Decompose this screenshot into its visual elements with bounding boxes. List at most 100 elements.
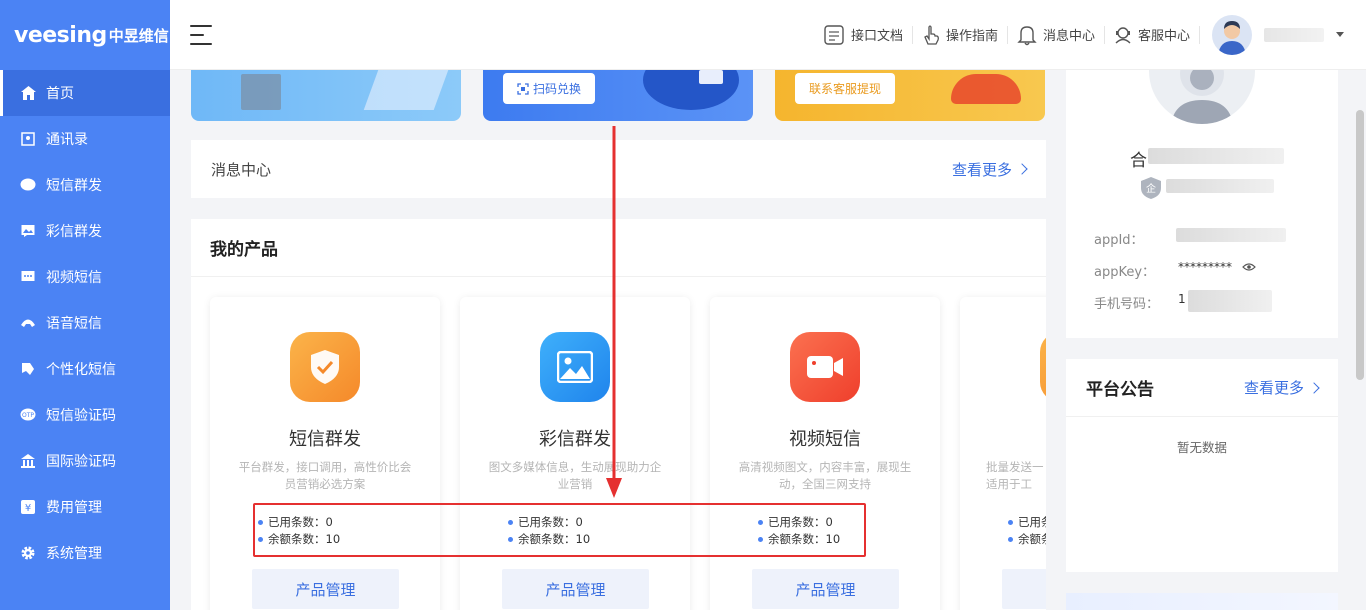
bell-icon	[1017, 24, 1037, 46]
sidebar-item-label: 费用管理	[46, 500, 102, 516]
sidebar-item-personalized-sms[interactable]: 个性化短信	[0, 346, 170, 392]
phone-prefix: 1	[1178, 292, 1186, 306]
home-icon	[20, 85, 36, 101]
username-blurred	[1264, 27, 1324, 42]
appkey-label: appKey：	[1094, 265, 1156, 280]
sidebar-item-billing[interactable]: ¥ 费用管理	[0, 484, 170, 530]
svg-text:企: 企	[1146, 182, 1156, 195]
sidebar-item-label: 彩信群发	[46, 224, 102, 240]
video-sms-icon	[20, 269, 36, 285]
message-center-title: 消息中心	[211, 160, 272, 179]
video-camera-icon	[790, 332, 860, 402]
platform-notice-panel: 平台公告 查看更多 暂无数据	[1066, 359, 1338, 572]
products-title: 我的产品	[191, 219, 1046, 277]
sidebar-item-sms-code[interactable]: OTP 短信验证码	[0, 392, 170, 438]
banner-2: 扫码兑换	[483, 70, 753, 121]
header-action-label: 接口文档	[850, 29, 903, 44]
gear-icon	[20, 545, 36, 561]
notice-more-link[interactable]: 查看更多	[1243, 377, 1320, 398]
enterprise-badge-icon: 企	[1140, 176, 1162, 204]
scan-icon	[517, 82, 529, 95]
header-messages[interactable]: 消息中心	[1008, 24, 1105, 46]
intl-code-icon	[20, 453, 36, 469]
sidebar-item-label: 国际验证码	[46, 454, 116, 470]
annotation-highlight-box	[253, 503, 866, 557]
sidebar-item-mms[interactable]: 彩信群发	[0, 208, 170, 254]
sidebar-item-home[interactable]: 首页	[0, 70, 170, 116]
header-action-label: 操作指南	[945, 29, 998, 44]
product-manage-button[interactable]: 产品管理	[502, 569, 649, 609]
product-card-mms: 彩信群发 图文多媒体信息，生动展现助力企业营销 已用条数：0 余额条数：10 产…	[460, 297, 690, 610]
message-more-link[interactable]: 查看更多	[951, 159, 1028, 180]
voice-sms-icon	[20, 315, 36, 331]
header-actions: 接口文档 操作指南 消息中心 客服中心	[814, 14, 1366, 55]
banner-1[interactable]	[191, 70, 461, 121]
banner-illustration	[363, 70, 449, 110]
yen-icon: ¥	[20, 499, 36, 515]
appid-value-blurred	[1176, 228, 1286, 242]
sidebar-item-label: 首页	[46, 86, 74, 102]
appid-label: appId：	[1094, 233, 1144, 248]
mms-icon	[20, 223, 36, 239]
product-card-partial: 个 批量发送一 适用于工 已用条数：0 余额条数：10 产品管理	[960, 297, 1046, 610]
banner-3: 联系客服提现	[775, 70, 1045, 121]
sidebar-item-video-sms[interactable]: 视频短信	[0, 254, 170, 300]
svg-text:OTP: OTP	[22, 412, 34, 419]
product-desc: 图文多媒体信息，生动展现助力企业营销	[488, 460, 662, 491]
sidebar-item-sms[interactable]: 短信群发	[0, 162, 170, 208]
sidebar-item-contacts[interactable]: 通讯录	[0, 116, 170, 162]
notice-title: 平台公告	[1086, 380, 1154, 400]
sidebar-item-intl-code[interactable]: 国际验证码	[0, 438, 170, 484]
header-support[interactable]: 客服中心	[1105, 25, 1200, 44]
more-link-label: 查看更多	[1243, 379, 1304, 397]
product-card-video-sms: 视频短信 高清视频图文，内容丰富，展现生动，全国三网支持 已用条数：0 余额条数…	[710, 297, 940, 610]
sidebar-item-label: 语音短信	[46, 316, 102, 332]
eye-icon[interactable]	[1241, 261, 1256, 275]
product-desc: 批量发送一 适用于工	[986, 460, 1044, 491]
contacts-icon	[20, 131, 36, 147]
product-manage-button[interactable]: 产品管理	[1002, 569, 1046, 609]
profile-name-blurred	[1148, 148, 1284, 164]
header-guide[interactable]: 操作指南	[913, 24, 1008, 45]
product-desc: 平台群发，接口调用，高性价比会员营销必选方案	[238, 460, 412, 491]
company-name-blurred	[1166, 179, 1274, 193]
profile-card: 合 企 appId： appKey： ********* 手机号码： 1	[1066, 70, 1338, 338]
notice-empty-text: 暂无数据	[1176, 440, 1227, 455]
logo-en: veesing	[14, 22, 107, 48]
product-card-sms: 短信群发 平台群发，接口调用，高性价比会员营销必选方案 已用条数：0 余额条数：…	[210, 297, 440, 610]
sidebar-item-system[interactable]: 系统管理	[0, 530, 170, 576]
product-manage-button[interactable]: 产品管理	[752, 569, 899, 609]
banner-illustration	[643, 70, 739, 110]
banner-illustration	[951, 74, 1021, 104]
balance-label: 余额条数：	[1018, 532, 1046, 546]
partial-icon	[1040, 332, 1046, 402]
profile-name-prefix: 合	[1130, 151, 1147, 171]
brand-logo[interactable]: veesing 中昱维信	[0, 0, 170, 70]
scan-redeem-label: 扫码兑换	[533, 82, 582, 96]
avatar[interactable]	[1212, 14, 1252, 55]
chevron-down-icon[interactable]	[1336, 32, 1344, 37]
more-link-label: 查看更多	[951, 160, 1012, 179]
bottom-banner-peek	[1066, 593, 1338, 610]
notice-header: 平台公告 查看更多	[1066, 359, 1338, 417]
product-name: 视频短信	[789, 429, 861, 450]
svg-text:¥: ¥	[25, 503, 31, 514]
product-name: 彩信群发	[539, 429, 611, 450]
message-center-bar: 消息中心 查看更多	[191, 140, 1046, 198]
logo-cn: 中昱维信	[108, 26, 169, 45]
scan-redeem-button[interactable]: 扫码兑换	[503, 73, 596, 104]
banner-image	[241, 74, 281, 110]
sidebar-item-label: 视频短信	[46, 270, 102, 286]
sidebar: veesing 中昱维信 首页 通讯录 短信群发 彩信群发 视频短信 语音短信 …	[0, 0, 170, 610]
sidebar-item-voice-sms[interactable]: 语音短信	[0, 300, 170, 346]
product-desc: 高清视频图文，内容丰富，展现生动，全国三网支持	[738, 460, 912, 491]
contact-withdraw-button[interactable]: 联系客服提现	[795, 73, 896, 104]
header-api-docs[interactable]: 接口文档	[814, 24, 913, 45]
banner-illustration-card	[699, 70, 723, 84]
phone-value-blurred	[1188, 290, 1272, 312]
header-action-label: 客服中心	[1137, 29, 1190, 44]
sidebar-item-label: 个性化短信	[46, 362, 116, 378]
product-manage-button[interactable]: 产品管理	[252, 569, 399, 609]
page-scrollbar[interactable]	[1356, 110, 1364, 380]
menu-toggle-icon[interactable]	[190, 24, 214, 45]
